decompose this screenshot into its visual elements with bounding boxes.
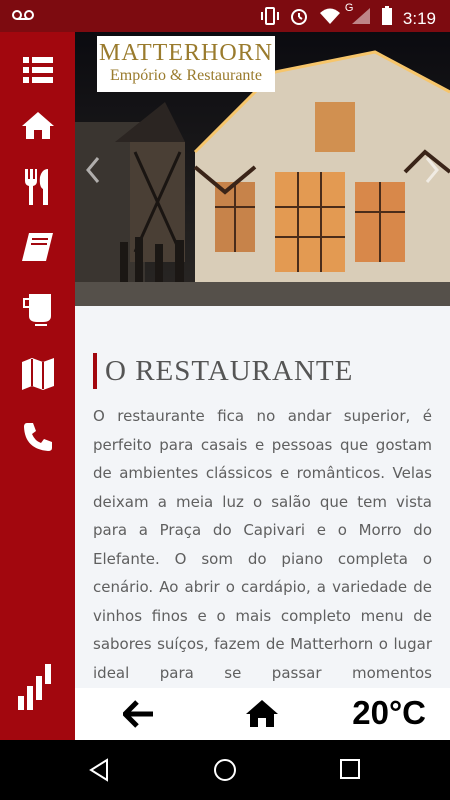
logo-title: MATTERHORN xyxy=(98,40,273,66)
content-panel: O RESTAURANTE O restaurante fica no anda… xyxy=(75,306,450,688)
chevron-left-icon[interactable] xyxy=(85,156,101,184)
bottom-toolbar: 20°C xyxy=(75,688,450,740)
description-text: O restaurante fica no andar superior, é … xyxy=(93,407,432,682)
clock-time: 3:19 xyxy=(402,8,436,28)
nav-recents-icon[interactable] xyxy=(339,758,361,785)
phone-icon[interactable] xyxy=(18,417,58,457)
menu-icon[interactable] xyxy=(18,50,58,90)
chevron-right-icon[interactable] xyxy=(424,156,440,184)
map-icon[interactable] xyxy=(18,354,58,394)
network-letter: G xyxy=(344,2,354,14)
alarm-icon xyxy=(289,6,309,31)
nav-back-icon[interactable] xyxy=(88,758,110,787)
voicemail-icon xyxy=(12,8,34,27)
back-arrow-icon[interactable] xyxy=(121,700,155,733)
battery-icon xyxy=(381,6,393,31)
nav-home-icon[interactable] xyxy=(213,758,237,787)
wifi-icon xyxy=(319,7,341,30)
restaurant-logo: MATTERHORN Empório & Restaurante xyxy=(97,36,275,92)
status-bar: G 3:19 xyxy=(0,0,450,32)
vibrate-icon xyxy=(260,7,279,30)
hero-banner: MATTERHORN Empório & Restaurante xyxy=(75,32,450,306)
book-icon[interactable] xyxy=(18,227,58,267)
system-nav-bar xyxy=(0,740,450,800)
home-icon[interactable] xyxy=(18,105,58,145)
page-title: O RESTAURANTE xyxy=(93,353,353,389)
signal-icon: G xyxy=(345,2,371,30)
sidebar xyxy=(0,32,75,740)
coffee-icon[interactable] xyxy=(18,290,58,330)
home-button-icon[interactable] xyxy=(245,698,279,733)
stairs-logo-icon xyxy=(16,662,52,712)
logo-subtitle: Empório & Restaurante xyxy=(110,67,262,84)
cutlery-icon[interactable] xyxy=(18,167,58,207)
temperature-display: 20°C xyxy=(352,694,426,731)
